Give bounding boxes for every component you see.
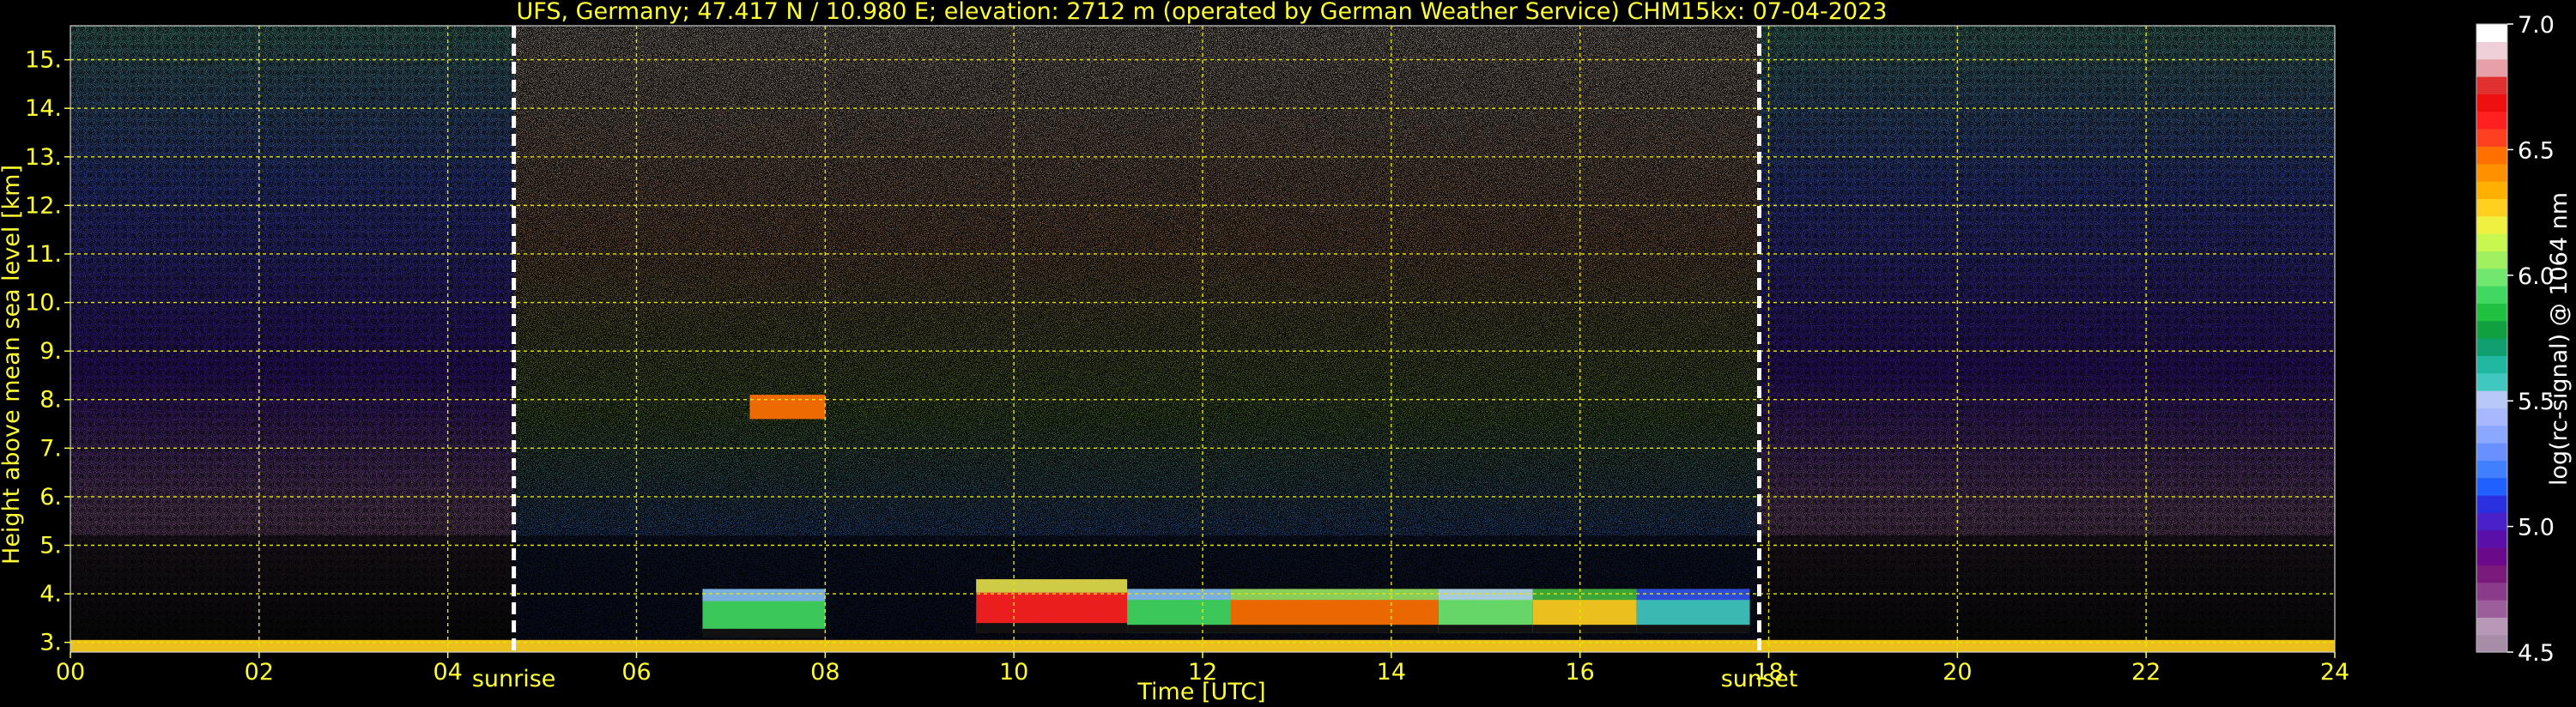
cloud_layer-base — [1636, 625, 1750, 633]
cloud_layer-edge — [702, 589, 826, 601]
colorbar-segment — [2476, 582, 2507, 601]
colorbar-segment — [2476, 268, 2507, 287]
cloud_layer-base — [1230, 625, 1439, 633]
colorbar-segment — [2476, 129, 2507, 147]
feature-cloud_layer — [1636, 589, 1750, 633]
ceilometer-chart: sunrise sunset 00 02 04 06 08 10 12 14 16 18 20 22 24… — [0, 0, 2576, 707]
y-tick-label: 3. — [39, 630, 62, 656]
colorbar-segment — [2476, 600, 2507, 618]
feature-cloud_layer — [1532, 589, 1637, 633]
x-tick-label: 08 — [810, 659, 839, 686]
colorbar-segment — [2476, 233, 2507, 251]
y-tick-label: 10. — [25, 290, 62, 317]
cloud_layer-base — [702, 628, 826, 638]
feature-elevated_layer — [749, 395, 826, 420]
colorbar-segment — [2476, 565, 2507, 583]
cloud_layer-base — [1532, 625, 1637, 633]
colorbar-label: log(rc-signal) @ 1064 nm — [2546, 192, 2573, 486]
colorbar-segment — [2476, 390, 2507, 408]
colorbar-segment — [2476, 94, 2507, 112]
colorbar-segment — [2476, 76, 2507, 94]
colorbar-segment — [2476, 372, 2507, 391]
colorbar-segment — [2476, 286, 2507, 304]
colorbar-segment — [2476, 251, 2507, 269]
y-tick-label: 12. — [25, 192, 62, 219]
x-tick-label: 04 — [433, 659, 462, 686]
cloud_layer-edge — [976, 579, 1128, 593]
colorbar-tick-label: 4.5 — [2518, 640, 2555, 667]
colorbar-segment — [2476, 460, 2507, 479]
colorbar-segment — [2476, 529, 2507, 548]
x-tick-label: 16 — [1565, 659, 1594, 686]
colorbar-segment — [2476, 634, 2507, 653]
x-tick-label: 20 — [1943, 659, 1972, 686]
colorbar-segment — [2476, 495, 2507, 513]
x-axis-label: Time [UTC] — [1136, 679, 1265, 705]
colorbar-segment — [2476, 163, 2507, 182]
colorbar-segment — [2476, 547, 2507, 565]
y-tick-label: 14. — [25, 95, 62, 122]
colorbar-segment — [2476, 303, 2507, 322]
y-axis-label: Height above mean sea level [km] — [0, 165, 25, 565]
colorbar-tick-label: 5.0 — [2518, 515, 2555, 541]
signal-field — [70, 26, 2335, 652]
cloud_layer-base — [1438, 625, 1533, 633]
colorbar-segment — [2476, 146, 2507, 165]
cloud_layer-edge — [1636, 589, 1750, 601]
colorbar-segment — [2476, 617, 2507, 636]
y-tick-label: 5. — [39, 533, 62, 559]
y-tick-label: 9. — [39, 338, 62, 365]
feature-cloud_layer — [702, 589, 826, 638]
y-tick-label: 7. — [39, 435, 62, 462]
colorbar-segment — [2476, 512, 2507, 531]
colorbar-segment — [2476, 355, 2507, 374]
colorbar-segment — [2476, 443, 2507, 461]
x-tick-label: 18 — [1754, 659, 1783, 686]
elevated_layer-body — [749, 395, 826, 420]
y-tick-label: 11. — [25, 241, 62, 268]
y-tick-label: 13. — [25, 144, 62, 171]
colorbar-segment — [2476, 58, 2507, 77]
colorbar-segment — [2476, 215, 2507, 234]
colorbar-segment — [2476, 24, 2507, 42]
colorbar-tick-label: 6.5 — [2518, 137, 2555, 164]
cloud_layer-base — [1127, 625, 1231, 633]
sunrise-label: sunrise — [472, 666, 556, 692]
cloud_layer-edge — [1127, 589, 1231, 601]
colorbar-segment — [2476, 320, 2507, 339]
cloud_layer-edge — [1230, 589, 1439, 601]
x-tick-label: 22 — [2131, 659, 2161, 686]
feature-cloud_layer — [1438, 589, 1533, 633]
chart-title: UFS, Germany; 47.417 N / 10.980 E; eleva… — [517, 0, 1888, 25]
cloud_layer-edge — [1438, 589, 1533, 601]
colorbar-segment — [2476, 477, 2507, 496]
feature-cloud_layer — [1127, 589, 1231, 633]
colorbar-segment — [2476, 198, 2507, 217]
colorbar-segment — [2476, 41, 2507, 60]
colorbar-segment — [2476, 338, 2507, 356]
feature-cloud_layer — [976, 579, 1128, 633]
x-tick-label: 06 — [621, 659, 651, 686]
y-tick-label: 8. — [39, 387, 62, 414]
y-tick-label: 4. — [39, 581, 62, 607]
colorbar — [2476, 23, 2508, 653]
cloud_layer-edge — [1532, 589, 1637, 601]
colorbar-tick-label: 7.0 — [2518, 12, 2555, 39]
colorbar-segment — [2476, 181, 2507, 199]
x-tick-label: 10 — [999, 659, 1028, 686]
feature-cloud_layer — [1230, 589, 1439, 633]
x-tick-label: 24 — [2320, 659, 2349, 686]
y-tick-label: 6. — [39, 484, 62, 511]
colorbar-segment — [2476, 111, 2507, 130]
x-tick-label: 02 — [245, 659, 274, 686]
colorbar-segment — [2476, 425, 2507, 444]
x-tick-label: 14 — [1377, 659, 1406, 686]
colorbar-segment — [2476, 408, 2507, 426]
x-tick-label: 00 — [56, 659, 85, 686]
y-tick-label: 15. — [25, 47, 62, 74]
cloud_layer-base — [976, 623, 1128, 633]
